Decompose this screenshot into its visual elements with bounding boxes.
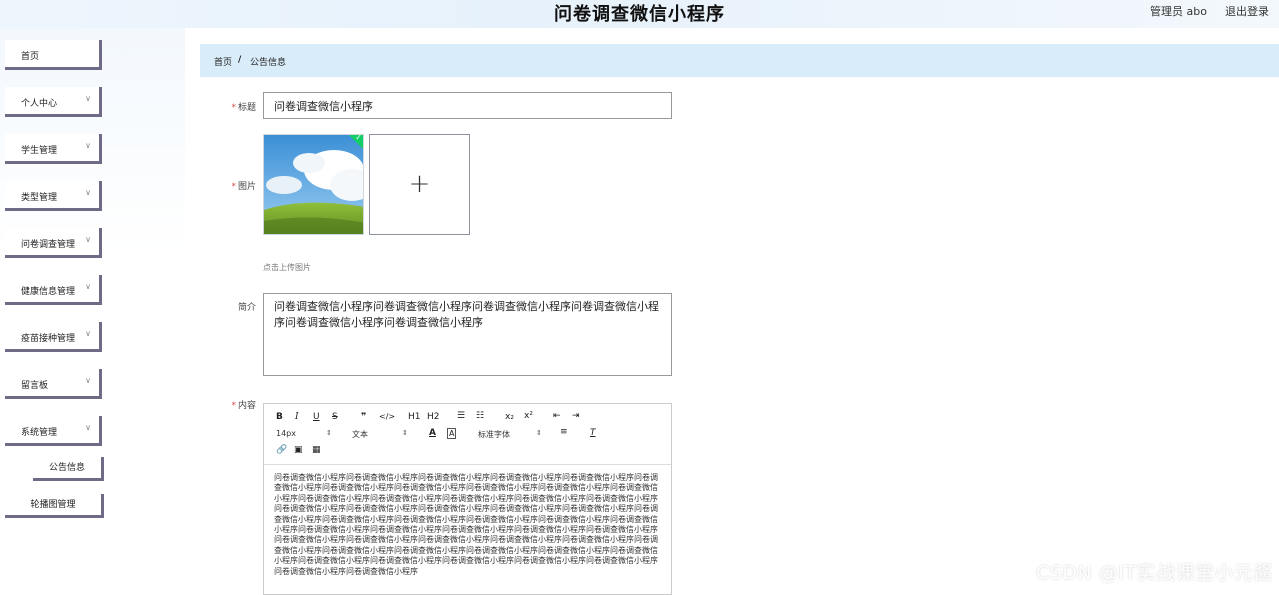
sidebar-item-label: 个人中心 bbox=[21, 99, 58, 109]
align-icon[interactable]: ≡ bbox=[560, 427, 568, 437]
indent-icon[interactable]: ⇥ bbox=[572, 411, 580, 421]
rich-text-editor: B I U S ❞ </> H1 H2 ☰ ☷ x₂ x² ⇤ ⇥ 14px ⇕… bbox=[263, 403, 672, 595]
breadcrumb-separator: / bbox=[238, 55, 242, 65]
font-color-icon[interactable]: A bbox=[429, 428, 436, 438]
editor-toolbar: B I U S ❞ </> H1 H2 ☰ ☷ x₂ x² ⇤ ⇥ 14px ⇕… bbox=[264, 404, 671, 465]
video-icon[interactable]: ▦ bbox=[312, 445, 321, 455]
sidebar-item-home[interactable]: 首页 bbox=[5, 40, 102, 70]
chevron-down-icon: ∨ bbox=[85, 94, 91, 103]
uploaded-image-thumbnail[interactable]: ✓ bbox=[263, 134, 364, 235]
background-color-icon[interactable]: A bbox=[447, 428, 457, 439]
sidebar-item-surveys[interactable]: 问卷调查管理 ∨ bbox=[5, 228, 102, 258]
title-label: * 标题 bbox=[231, 103, 256, 113]
breadcrumb: 首页 / 公告信息 bbox=[200, 44, 1279, 77]
heading2-button[interactable]: H2 bbox=[427, 412, 440, 422]
select-arrow-icon: ⇕ bbox=[402, 429, 408, 437]
strike-button[interactable]: S bbox=[332, 412, 338, 422]
sidebar-item-health-info[interactable]: 健康信息管理 ∨ bbox=[5, 275, 102, 305]
logout-link[interactable]: 退出登录 bbox=[1225, 3, 1269, 19]
content-label: * 内容 bbox=[231, 401, 256, 411]
watermark: CSDN @IT实战课堂小元酱 bbox=[1036, 562, 1273, 584]
chevron-down-icon: ∨ bbox=[85, 235, 91, 244]
sidebar-item-label: 系统管理 bbox=[21, 428, 58, 438]
chevron-down-icon: ∨ bbox=[85, 282, 91, 291]
upload-image-button[interactable]: + bbox=[369, 134, 470, 235]
sidebar: 首页 个人中心 ∨ 学生管理 ∨ 类型管理 ∨ 问卷调查管理 ∨ 健康信息管理 … bbox=[0, 28, 185, 595]
subscript-button[interactable]: x₂ bbox=[505, 412, 514, 422]
superscript-button[interactable]: x² bbox=[524, 411, 533, 421]
sidebar-item-vaccination[interactable]: 疫苗接种管理 ∨ bbox=[5, 322, 102, 352]
check-icon: ✓ bbox=[355, 134, 362, 142]
breadcrumb-current: 公告信息 bbox=[250, 58, 287, 68]
breadcrumb-home[interactable]: 首页 bbox=[214, 55, 232, 68]
font-size-select[interactable]: 14px ⇕ bbox=[276, 429, 336, 438]
plus-icon: + bbox=[408, 169, 431, 199]
sidebar-item-types[interactable]: 类型管理 ∨ bbox=[5, 181, 102, 211]
landscape-image bbox=[264, 135, 363, 234]
sidebar-item-label: 问卷调查管理 bbox=[21, 240, 76, 250]
chevron-down-icon: ∨ bbox=[85, 188, 91, 197]
code-block-icon[interactable]: </> bbox=[379, 412, 395, 421]
image-label: * 图片 bbox=[231, 182, 256, 192]
link-icon[interactable]: 🔗 bbox=[276, 445, 287, 455]
intro-textarea[interactable]: 问卷调查微信小程序问卷调查微信小程序问卷调查微信小程序问卷调查微信小程序问卷调查… bbox=[263, 293, 672, 376]
sidebar-item-label: 留言板 bbox=[21, 381, 49, 391]
underline-button[interactable]: U bbox=[313, 412, 320, 422]
sidebar-item-personal-center[interactable]: 个人中心 ∨ bbox=[5, 87, 102, 117]
clear-format-icon[interactable]: T bbox=[590, 428, 596, 438]
select-arrow-icon: ⇕ bbox=[536, 429, 542, 437]
chevron-down-icon: ∨ bbox=[85, 423, 91, 432]
sidebar-item-system[interactable]: 系统管理 ∨ bbox=[5, 416, 102, 446]
bold-button[interactable]: B bbox=[276, 412, 283, 422]
sidebar-subitem-carousel[interactable]: 轮播图管理 bbox=[5, 494, 104, 518]
image-icon[interactable]: ▣ bbox=[294, 445, 303, 455]
sidebar-item-label: 健康信息管理 bbox=[21, 287, 76, 297]
sidebar-item-label: 首页 bbox=[21, 52, 40, 62]
italic-button[interactable]: I bbox=[295, 412, 299, 422]
upload-tip: 点击上传图片 bbox=[263, 263, 311, 272]
ordered-list-icon[interactable]: ☰ bbox=[457, 411, 465, 421]
sidebar-item-label: 类型管理 bbox=[21, 193, 58, 203]
sidebar-subitem-announcements[interactable]: 公告信息 bbox=[33, 457, 104, 481]
chevron-down-icon: ∨ bbox=[85, 376, 91, 385]
outdent-icon[interactable]: ⇤ bbox=[553, 411, 561, 421]
sidebar-item-label: 疫苗接种管理 bbox=[21, 334, 76, 344]
sidebar-item-students[interactable]: 学生管理 ∨ bbox=[5, 134, 102, 164]
top-header: 问卷调查微信小程序 管理员 abo 退出登录 bbox=[0, 0, 1279, 28]
title-input[interactable] bbox=[263, 92, 672, 119]
bullet-list-icon[interactable]: ☷ bbox=[476, 411, 484, 421]
chevron-down-icon: ∨ bbox=[85, 141, 91, 150]
font-family-select[interactable]: 标准字体 ⇕ bbox=[478, 429, 544, 440]
intro-label: 简介 bbox=[237, 303, 256, 313]
chevron-down-icon: ∨ bbox=[85, 329, 91, 338]
current-user: 管理员 abo bbox=[1150, 5, 1207, 18]
editor-content[interactable]: 问卷调查微信小程序问卷调查微信小程序问卷调查微信小程序问卷调查微信小程序问卷调查… bbox=[274, 473, 662, 593]
app-title: 问卷调查微信小程序 bbox=[554, 4, 725, 25]
block-type-select[interactable]: 文本 ⇕ bbox=[352, 429, 412, 440]
quote-icon[interactable]: ❞ bbox=[361, 412, 366, 422]
heading1-button[interactable]: H1 bbox=[408, 412, 421, 422]
sidebar-item-message-board[interactable]: 留言板 ∨ bbox=[5, 369, 102, 399]
select-arrow-icon: ⇕ bbox=[326, 429, 332, 437]
sidebar-item-label: 学生管理 bbox=[21, 146, 58, 156]
